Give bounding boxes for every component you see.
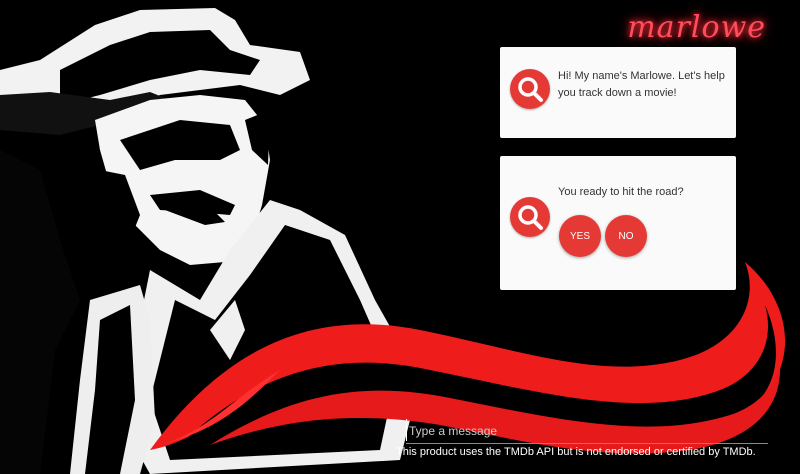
tmdb-disclaimer: This product uses the TMDb API but is no… xyxy=(396,446,756,458)
chat-message-text: Hi! My name's Marlowe. Let's help you tr… xyxy=(558,70,725,99)
chat-message-text: You ready to hit the road? xyxy=(558,186,684,198)
message-input[interactable] xyxy=(406,419,768,441)
chat-message-card: Hi! My name's Marlowe. Let's help you tr… xyxy=(500,47,736,138)
marlowe-logo: marlowe xyxy=(627,10,766,45)
chat-message-card: You ready to hit the road? YES NO xyxy=(500,156,736,290)
yes-button[interactable]: YES xyxy=(559,215,601,257)
no-button[interactable]: NO xyxy=(605,215,647,257)
magnifier-icon xyxy=(510,69,550,109)
message-input-wrapper xyxy=(406,419,768,444)
magnifier-icon xyxy=(510,197,550,237)
